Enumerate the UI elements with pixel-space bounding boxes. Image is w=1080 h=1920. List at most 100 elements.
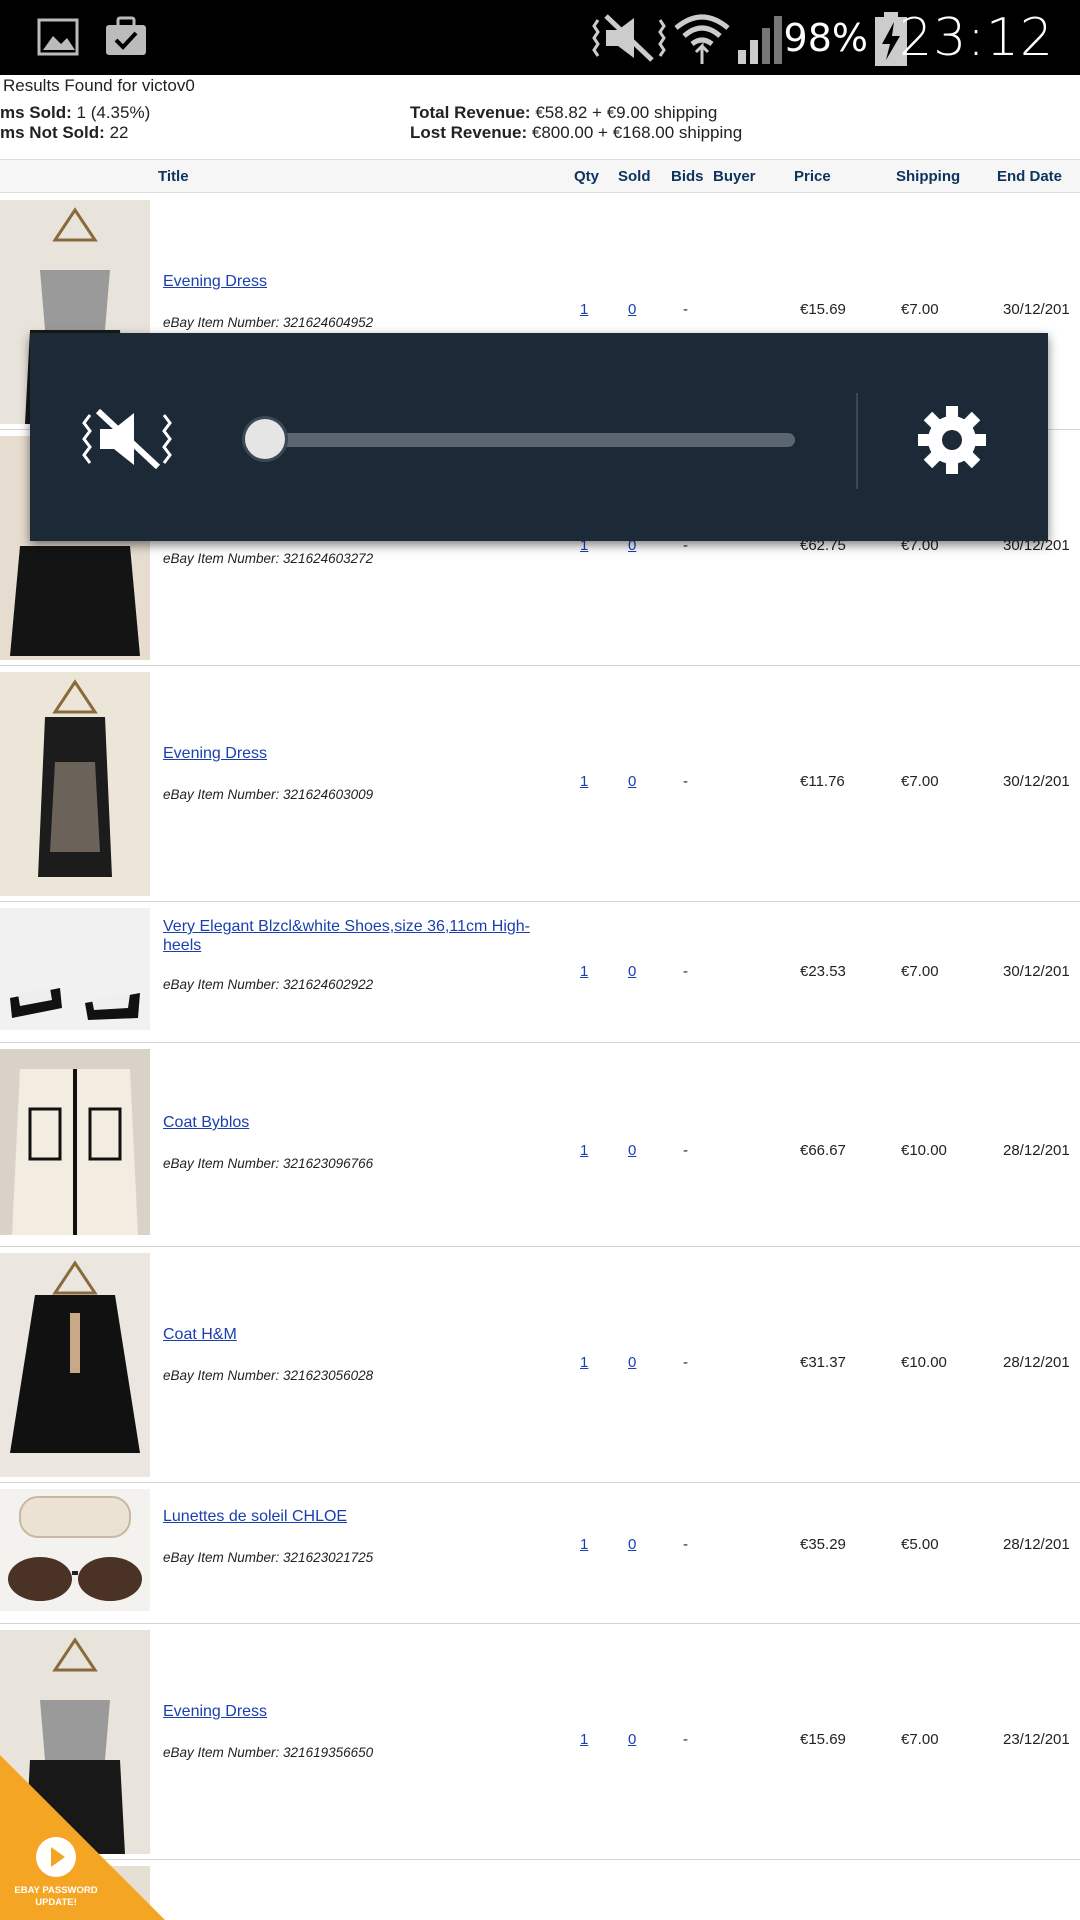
end-date-value: 30/12/201: [1003, 773, 1070, 790]
results-summary: Results Found for victov0 ms Sold: 1 (4.…: [0, 75, 1080, 159]
items-not-sold: ms Not Sold: 22: [0, 123, 129, 142]
shipping-value: €5.00: [901, 1536, 939, 1553]
bids-value: -: [683, 301, 688, 318]
sold-link[interactable]: 0: [628, 1731, 636, 1748]
item-thumbnail[interactable]: [0, 1253, 150, 1477]
price-value: €35.29: [800, 1536, 846, 1553]
promo-text: EBAY PASSWORD UPDATE!: [14, 1885, 98, 1908]
sold-link[interactable]: 0: [628, 1536, 636, 1553]
qty-link[interactable]: 1: [580, 1731, 588, 1748]
play-icon[interactable]: [36, 1837, 76, 1877]
item-title-link[interactable]: Evening Dress: [163, 744, 543, 763]
col-title[interactable]: Title: [158, 168, 189, 185]
item-thumbnail[interactable]: [0, 908, 150, 1030]
end-date-value: 23/12/201: [1003, 1731, 1070, 1748]
items-sold: ms Sold: 1 (4.35%): [0, 103, 151, 122]
item-title-link[interactable]: Evening Dress: [163, 272, 543, 291]
end-date-value: 28/12/201: [1003, 1142, 1070, 1159]
price-value: €31.37: [800, 1354, 846, 1371]
end-date-value: 30/12/201: [1003, 301, 1070, 318]
wifi-icon: [674, 14, 730, 64]
qty-link[interactable]: 1: [580, 301, 588, 318]
volume-slider-thumb[interactable]: [245, 419, 285, 459]
sold-link[interactable]: 0: [628, 301, 636, 318]
sold-link[interactable]: 0: [628, 773, 636, 790]
divider: [856, 393, 858, 489]
vibrate-mute-icon[interactable]: [82, 409, 172, 469]
item-thumbnail[interactable]: [0, 1049, 150, 1235]
task-check-icon: [106, 16, 146, 55]
qty-link[interactable]: 1: [580, 1142, 588, 1159]
price-value: €23.53: [800, 963, 846, 980]
price-value: €66.67: [800, 1142, 846, 1159]
qty-link[interactable]: 1: [580, 963, 588, 980]
item-number: eBay Item Number: 321624602922: [163, 977, 374, 992]
vibrate-mute-icon: [592, 14, 666, 62]
table-row: Very Elegant Blzcl&white Shoes,size 36,1…: [0, 902, 1080, 1043]
shipping-value: €10.00: [901, 1354, 947, 1371]
table-row: Coat Byblos eBay Item Number: 3216230967…: [0, 1043, 1080, 1247]
shoes-image-icon: [10, 988, 140, 1020]
shipping-value: €10.00: [901, 1142, 947, 1159]
table-row: Evening Dress eBay Item Number: 32162460…: [0, 666, 1080, 902]
qty-link[interactable]: 1: [580, 1536, 588, 1553]
gallery-icon: [37, 18, 79, 56]
bids-value: -: [683, 963, 688, 980]
bids-value: -: [683, 773, 688, 790]
table-row: Coat H&M eBay Item Number: 321623056028 …: [0, 1247, 1080, 1483]
sold-link[interactable]: 0: [628, 1354, 636, 1371]
promo-corner[interactable]: EBAY PASSWORD UPDATE!: [0, 1755, 165, 1920]
bids-value: -: [683, 1142, 688, 1159]
sunglasses-image-icon: [8, 1496, 142, 1601]
signal-icon: [738, 16, 782, 64]
item-number: eBay Item Number: 321623056028: [163, 1368, 374, 1383]
table-row: Lunettes de soleil CHLOE eBay Item Numbe…: [0, 1483, 1080, 1624]
item-title-link[interactable]: Coat H&M: [163, 1325, 543, 1344]
item-title-link[interactable]: Coat Byblos: [163, 1113, 543, 1132]
coat-image-icon: [12, 1069, 138, 1235]
table-header: Title Qty Sold Bids Buyer Price Shipping…: [0, 159, 1080, 193]
shipping-value: €7.00: [901, 963, 939, 980]
item-number: eBay Item Number: 321624603272: [163, 551, 374, 566]
gear-icon[interactable]: [917, 405, 987, 475]
col-price[interactable]: Price: [794, 168, 831, 185]
results-heading: Results Found for victov0: [3, 76, 195, 95]
price-value: €11.76: [800, 773, 845, 790]
bids-value: -: [683, 1536, 688, 1553]
col-end-date[interactable]: End Date: [997, 168, 1062, 185]
price-value: €15.69: [800, 1731, 846, 1748]
item-title-link[interactable]: Lunettes de soleil CHLOE: [163, 1507, 543, 1526]
end-date-value: 28/12/201: [1003, 1536, 1070, 1553]
col-qty[interactable]: Qty: [574, 168, 599, 185]
coat-image-icon: [10, 1260, 140, 1453]
status-bar: 98% 23:12: [0, 0, 1080, 75]
item-thumbnail[interactable]: [0, 672, 150, 896]
volume-slider-track[interactable]: [265, 433, 795, 447]
price-value: €15.69: [800, 301, 846, 318]
end-date-value: 30/12/201: [1003, 963, 1070, 980]
qty-link[interactable]: 1: [580, 773, 588, 790]
sold-link[interactable]: 0: [628, 1142, 636, 1159]
shipping-value: €7.00: [901, 301, 939, 318]
shipping-value: €7.00: [901, 1731, 939, 1748]
col-bids[interactable]: Bids: [671, 168, 704, 185]
item-number: eBay Item Number: 321624603009: [163, 787, 374, 802]
dress-image-icon: [38, 679, 112, 877]
shipping-value: €7.00: [901, 773, 939, 790]
lost-revenue: Lost Revenue: €800.00 + €168.00 shipping: [410, 123, 743, 142]
item-number: eBay Item Number: 321623096766: [163, 1156, 374, 1171]
bids-value: -: [683, 1354, 688, 1371]
sold-link[interactable]: 0: [628, 963, 636, 980]
bids-value: -: [683, 1731, 688, 1748]
item-title-link[interactable]: Very Elegant Blzcl&white Shoes,size 36,1…: [163, 917, 543, 955]
item-title-link[interactable]: Evening Dress: [163, 1702, 543, 1721]
item-thumbnail[interactable]: [0, 1489, 150, 1611]
item-number: eBay Item Number: 321624604952: [163, 315, 374, 330]
col-shipping[interactable]: Shipping: [896, 168, 960, 185]
qty-link[interactable]: 1: [580, 1354, 588, 1371]
col-buyer[interactable]: Buyer: [713, 168, 756, 185]
total-revenue: Total Revenue: €58.82 + €9.00 shipping: [410, 103, 718, 122]
battery-percent: 98%: [783, 16, 868, 60]
end-date-value: 28/12/201: [1003, 1354, 1070, 1371]
col-sold[interactable]: Sold: [618, 168, 651, 185]
